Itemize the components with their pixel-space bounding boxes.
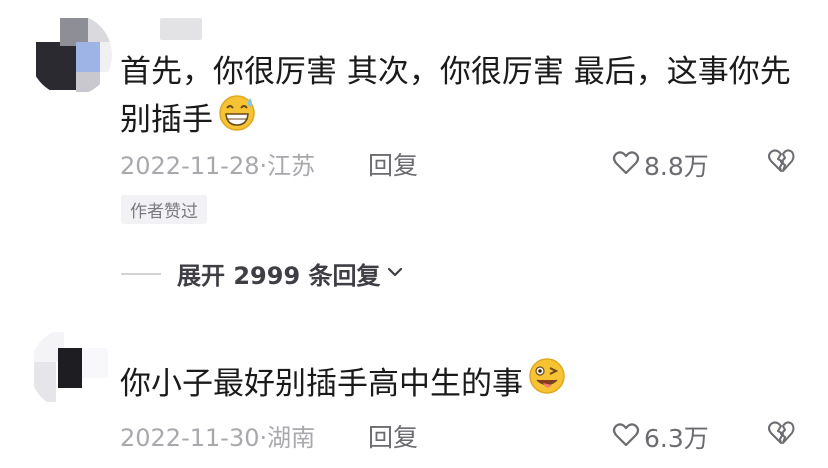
reply-button[interactable]: 回复 xyxy=(368,418,418,454)
comment-item: 你小子最好别插手高中生的事 2022-11-30·湖南 回复 6.3万 xyxy=(0,320,828,468)
sweat-grin-emoji-icon xyxy=(217,92,257,146)
broken-heart-icon xyxy=(766,149,796,179)
comment-text: 你小子最好别插手高中生的事 xyxy=(120,357,567,410)
like-button[interactable]: 8.8万 xyxy=(612,147,709,183)
username-redacted[interactable] xyxy=(160,18,202,40)
comment-text: 首先，你很厉害 其次，你很厉害 最后，这事你先 别插手 xyxy=(120,48,791,146)
reply-button[interactable]: 回复 xyxy=(368,146,418,182)
comment-text-line: 首先，你很厉害 其次，你很厉害 最后，这事你先 xyxy=(120,54,791,90)
comment-text-line: 别插手 xyxy=(120,94,791,146)
like-count: 6.3万 xyxy=(644,424,709,453)
wink-tongue-emoji-icon xyxy=(527,356,567,410)
comment-text-line-2: 别插手 xyxy=(120,102,213,138)
broken-heart-icon xyxy=(766,421,796,451)
avatar[interactable] xyxy=(30,14,112,96)
like-button[interactable]: 6.3万 xyxy=(612,419,709,455)
dislike-button[interactable] xyxy=(766,147,796,179)
date-location: 2022-11-30·湖南 xyxy=(120,424,316,452)
dislike-button[interactable] xyxy=(766,419,796,451)
date-location: 2022-11-28·江苏 xyxy=(120,152,316,180)
expand-replies-button[interactable]: 展开 2999 条回复 xyxy=(121,256,405,291)
expand-divider xyxy=(121,272,161,275)
comment-text-line: 你小子最好别插手高中生的事 xyxy=(120,357,567,410)
comment-text-line-1: 你小子最好别插手高中生的事 xyxy=(120,366,523,402)
avatar[interactable] xyxy=(30,328,112,410)
heart-outline-icon xyxy=(612,149,640,181)
comment-item: 首先，你很厉害 其次，你很厉害 最后，这事你先 别插手 2022-11-28·江… xyxy=(0,0,828,300)
heart-outline-icon xyxy=(612,421,640,453)
avatar-mosaic xyxy=(30,14,112,96)
like-count: 8.8万 xyxy=(644,152,709,181)
expand-replies-label: 展开 2999 条回复 xyxy=(177,262,381,290)
chevron-down-icon xyxy=(385,262,405,286)
avatar-mosaic xyxy=(30,328,112,410)
author-liked-badge: 作者赞过 xyxy=(121,195,207,224)
